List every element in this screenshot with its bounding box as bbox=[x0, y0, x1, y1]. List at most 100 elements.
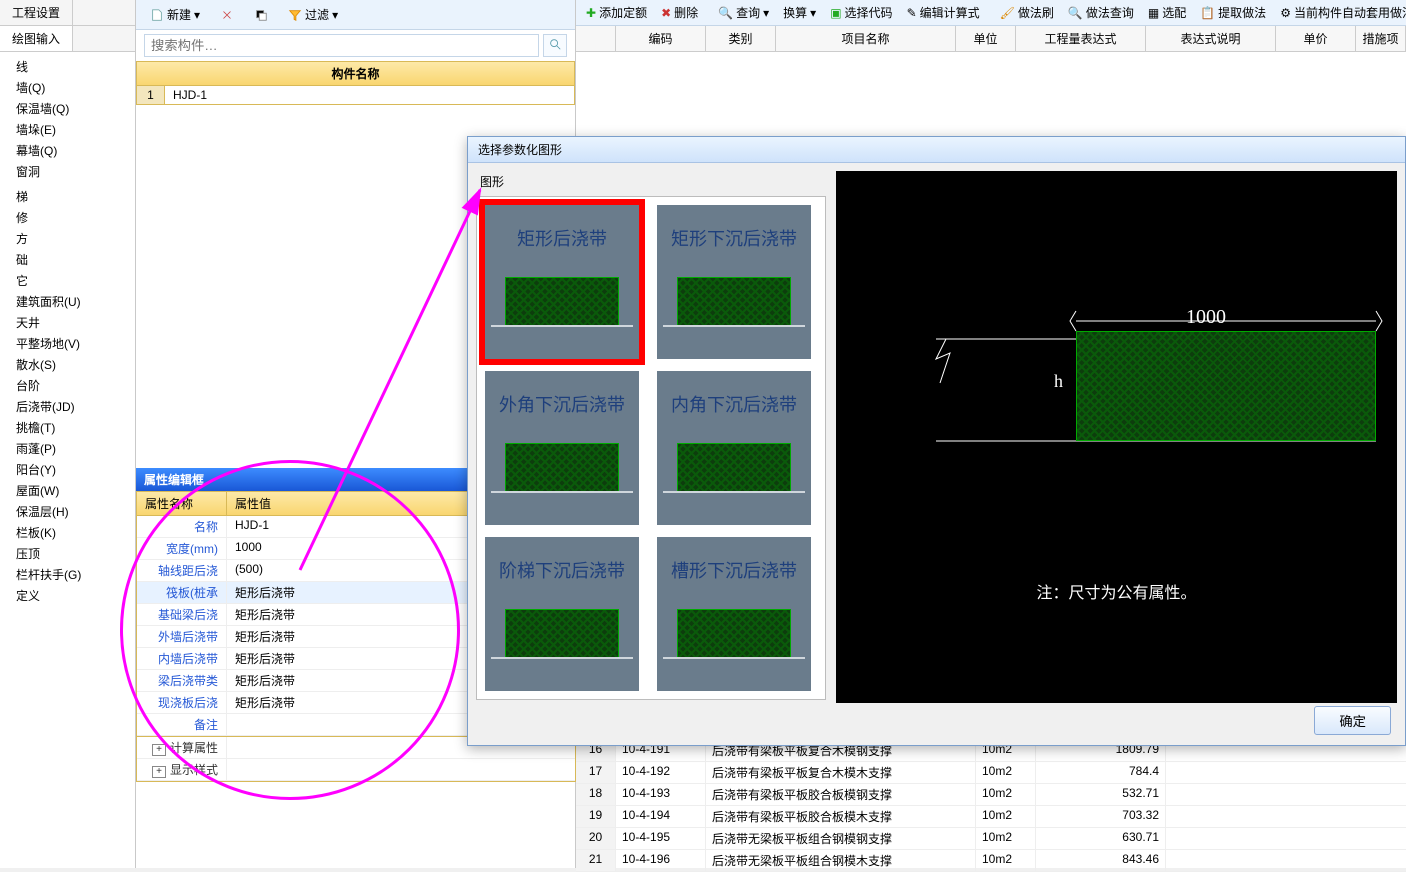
tree-item[interactable]: 天井 bbox=[0, 312, 135, 333]
thumb-caption: 外角下沉后浇带 bbox=[485, 391, 639, 417]
dialog-left: 图形 矩形后浇带矩形下沉后浇带外角下沉后浇带内角下沉后浇带阶梯下沉后浇带槽形下沉… bbox=[476, 171, 826, 703]
thumb-baseline bbox=[491, 491, 633, 493]
thumb-baseline bbox=[491, 325, 633, 327]
tree-item[interactable]: 幕墙(Q) bbox=[0, 140, 135, 161]
list-item[interactable]: 1 HJD-1 bbox=[137, 86, 574, 104]
tree-item[interactable]: 栏板(K) bbox=[0, 522, 135, 543]
dialog-preview: 1000 h 注：尺寸为公有属性。 bbox=[836, 171, 1397, 703]
style-group[interactable]: +显示样式 bbox=[137, 759, 575, 781]
row-value: HJD-1 bbox=[165, 86, 574, 104]
component-list-header: 构件名称 bbox=[136, 61, 575, 86]
tree-item[interactable]: 后浇带(JD) bbox=[0, 396, 135, 417]
table-row[interactable]: 1710-4-192后浇带有梁板平板复合木模木支撑10m2784.4 bbox=[576, 762, 1406, 784]
search-row bbox=[136, 30, 575, 61]
tree-item[interactable]: 线 bbox=[0, 56, 135, 77]
tree-item[interactable]: 墙垛(E) bbox=[0, 119, 135, 140]
tree-item[interactable]: 础 bbox=[0, 249, 135, 270]
left-tabs-2: 绘图输入 bbox=[0, 26, 135, 52]
table-row[interactable]: 1810-4-193后浇带有梁板平板胶合板模钢支撑10m2532.71 bbox=[576, 784, 1406, 806]
extract-icon: 📋 bbox=[1200, 6, 1215, 20]
shape-thumb[interactable]: 内角下沉后浇带 bbox=[657, 371, 811, 525]
tree-item[interactable]: 屋面(W) bbox=[0, 480, 135, 501]
tree-item[interactable]: 散水(S) bbox=[0, 354, 135, 375]
col-type: 类别 bbox=[706, 26, 776, 51]
auto-apply-button[interactable]: ⚙当前构件自动套用做法 bbox=[1276, 3, 1406, 22]
tree-item[interactable]: 墙(Q) bbox=[0, 77, 135, 98]
tab-draw-input[interactable]: 绘图输入 bbox=[0, 26, 73, 51]
tree-item[interactable]: 窗洞 bbox=[0, 161, 135, 182]
shape-thumb[interactable]: 矩形下沉后浇带 bbox=[657, 205, 811, 359]
tree-item[interactable]: 台阶 bbox=[0, 375, 135, 396]
new-button[interactable]: 新建 ▾ bbox=[144, 4, 206, 25]
auto-icon: ⚙ bbox=[1280, 6, 1291, 20]
tree-item[interactable]: 阳台(Y) bbox=[0, 459, 135, 480]
tree-item[interactable]: 它 bbox=[0, 270, 135, 291]
search-icon bbox=[548, 37, 562, 54]
filter-button[interactable]: 过滤 ▾ bbox=[282, 4, 344, 25]
copy-icon bbox=[254, 8, 268, 22]
tree-item[interactable]: 平整场地(V) bbox=[0, 333, 135, 354]
filter-icon bbox=[288, 8, 302, 22]
delete-button[interactable] bbox=[214, 6, 240, 24]
shape-thumb[interactable]: 槽形下沉后浇带 bbox=[657, 537, 811, 691]
search-input[interactable] bbox=[144, 34, 539, 57]
tree-item[interactable]: 定义 bbox=[0, 585, 135, 606]
extract-button[interactable]: 📋提取做法 bbox=[1196, 3, 1270, 22]
select-code-button[interactable]: ▣选择代码 bbox=[826, 3, 896, 22]
edit-expr-button[interactable]: ✎编辑计算式 bbox=[903, 3, 984, 22]
tab-project-settings[interactable]: 工程设置 bbox=[0, 0, 73, 25]
component-toolbar: 新建 ▾ 过滤 ▾ bbox=[136, 0, 575, 30]
thumb-caption: 矩形下沉后浇带 bbox=[657, 225, 811, 251]
replace-button[interactable]: 换算▾ bbox=[779, 3, 820, 22]
tree-item[interactable]: 雨蓬(P) bbox=[0, 438, 135, 459]
tree-item[interactable]: 梯 bbox=[0, 186, 135, 207]
table-row[interactable]: 1910-4-194后浇带有梁板平板胶合板模木支撑10m2703.32 bbox=[576, 806, 1406, 828]
search-icon: 🔍 bbox=[718, 6, 733, 20]
delete-button[interactable]: ✖删除 bbox=[657, 3, 702, 22]
query-button[interactable]: 🔍查询▾ bbox=[714, 3, 773, 22]
table-row[interactable]: 2110-4-196后浇带无梁板平板组合钢模木支撑10m2843.46 bbox=[576, 850, 1406, 872]
ok-button[interactable]: 确定 bbox=[1314, 706, 1391, 735]
match-icon: ▦ bbox=[1148, 6, 1159, 20]
right-table-body: 1610-4-191后浇带有梁板平板复合木模钢支撑10m21809.791710… bbox=[576, 740, 1406, 872]
table-row[interactable]: 2010-4-195后浇带无梁板平板组合钢模钢支撑10m2630.71 bbox=[576, 828, 1406, 850]
category-tree: 线墙(Q)保温墙(Q)墙垛(E)幕墙(Q)窗洞梯修方础它建筑面积(U)天井平整场… bbox=[0, 52, 135, 610]
brush-query-button[interactable]: 🔍做法查询 bbox=[1064, 3, 1138, 22]
tree-item[interactable]: 方 bbox=[0, 228, 135, 249]
new-icon bbox=[150, 8, 164, 22]
thumb-shape bbox=[505, 277, 619, 327]
match-button[interactable]: ▦选配 bbox=[1144, 3, 1190, 22]
dialog-title: 选择参数化图形 bbox=[468, 137, 1405, 163]
col-unit: 单位 bbox=[956, 26, 1016, 51]
copy-button[interactable] bbox=[248, 6, 274, 24]
new-label: 新建 bbox=[167, 6, 191, 23]
tree-item[interactable]: 保温层(H) bbox=[0, 501, 135, 522]
shapes-label: 图形 bbox=[476, 171, 826, 196]
dropdown-icon: ▾ bbox=[194, 8, 200, 22]
expand-icon[interactable]: + bbox=[152, 766, 166, 778]
tree-item[interactable]: 修 bbox=[0, 207, 135, 228]
thumb-shape bbox=[677, 443, 791, 493]
shape-select-dialog: 选择参数化图形 图形 矩形后浇带矩形下沉后浇带外角下沉后浇带内角下沉后浇带阶梯下… bbox=[467, 136, 1406, 746]
thumb-baseline bbox=[663, 491, 805, 493]
shape-thumb[interactable]: 阶梯下沉后浇带 bbox=[485, 537, 639, 691]
tree-item[interactable]: 保温墙(Q) bbox=[0, 98, 135, 119]
tree-item[interactable]: 挑檐(T) bbox=[0, 417, 135, 438]
edit-icon: ✎ bbox=[907, 6, 917, 20]
brush-button[interactable]: 🖌做法刷 bbox=[996, 3, 1058, 22]
plus-icon: ✚ bbox=[586, 6, 596, 20]
shape-thumb[interactable]: 外角下沉后浇带 bbox=[485, 371, 639, 525]
prop-name: 基础梁后浇 bbox=[137, 604, 227, 625]
hdr-name: 属性名称 bbox=[137, 492, 227, 515]
add-quota-button[interactable]: ✚添加定额 bbox=[582, 3, 651, 22]
expand-icon[interactable]: + bbox=[152, 744, 166, 756]
search-button[interactable] bbox=[543, 34, 567, 57]
thumb-shape bbox=[677, 277, 791, 327]
hdr-val: 属性值 bbox=[227, 492, 279, 515]
thumb-caption: 阶梯下沉后浇带 bbox=[485, 557, 639, 583]
tree-item[interactable]: 建筑面积(U) bbox=[0, 291, 135, 312]
tree-item[interactable]: 压顶 bbox=[0, 543, 135, 564]
shape-thumb[interactable]: 矩形后浇带 bbox=[485, 205, 639, 359]
tree-item[interactable]: 栏杆扶手(G) bbox=[0, 564, 135, 585]
col-exp: 工程量表达式 bbox=[1016, 26, 1146, 51]
